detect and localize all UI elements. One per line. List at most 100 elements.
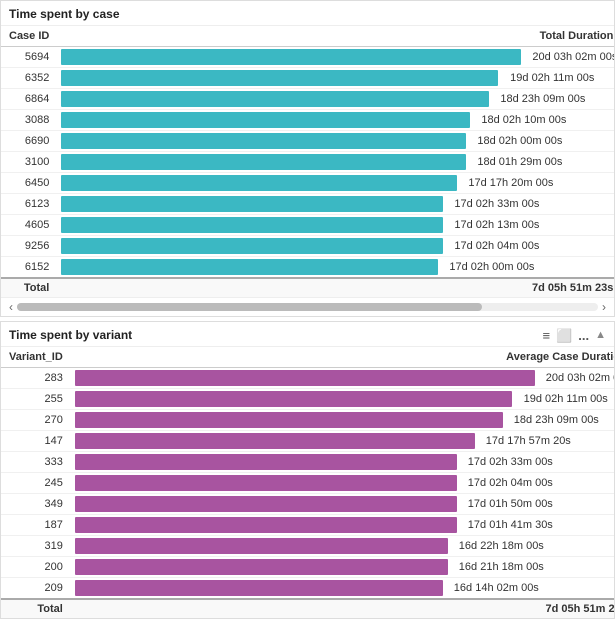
case-table-row: 6690 18d 02h 00m 00s bbox=[1, 131, 614, 152]
variant-duration-bar bbox=[75, 412, 503, 428]
variant-table-row: 245 17d 02h 04m 00s bbox=[1, 473, 614, 494]
variant-duration-label: 20d 03h 02m 00s bbox=[541, 372, 614, 384]
duration-bar-cell: 17d 02h 13m 00s bbox=[57, 215, 614, 236]
variant-duration-label: 16d 21h 18m 00s bbox=[454, 561, 544, 573]
variant-table-row: 270 18d 23h 09m 00s bbox=[1, 410, 614, 431]
duration-bar bbox=[61, 112, 470, 128]
variant-duration-bar-cell: 17d 01h 50m 00s bbox=[71, 494, 614, 515]
case-id-cell: 6450 bbox=[1, 173, 57, 194]
more-icon[interactable]: ... bbox=[578, 329, 589, 342]
section-case: Time spent by case Case ID Total Duratio… bbox=[0, 0, 615, 317]
variant-id-cell: 255 bbox=[1, 389, 71, 410]
variant-id-cell: 270 bbox=[1, 410, 71, 431]
section-case-header: Time spent by case bbox=[1, 1, 614, 26]
variant-table-row: 349 17d 01h 50m 00s bbox=[1, 494, 614, 515]
variant-duration-bar-cell: 19d 02h 11m 00s bbox=[71, 389, 614, 410]
case-id-cell: 9256 bbox=[1, 236, 57, 257]
variant-duration-bar-cell: 16d 14h 02m 00s bbox=[71, 578, 614, 600]
duration-label: 18d 01h 29m 00s bbox=[472, 156, 562, 168]
variant-duration-bar bbox=[75, 517, 457, 533]
case-id-cell: 6123 bbox=[1, 194, 57, 215]
duration-bar bbox=[61, 217, 443, 233]
variant-duration-bar-cell: 20d 03h 02m 00s bbox=[71, 368, 614, 389]
duration-bar-cell: 19d 02h 11m 00s bbox=[57, 68, 614, 89]
case-total-label: Total bbox=[1, 278, 57, 297]
case-table-row: 6864 18d 23h 09m 00s bbox=[1, 89, 614, 110]
duration-bar bbox=[61, 259, 438, 275]
duration-bar-cell: 20d 03h 02m 00s bbox=[57, 47, 614, 68]
variant-duration-label: 17d 01h 50m 00s bbox=[463, 498, 553, 510]
case-id-cell: 3100 bbox=[1, 152, 57, 173]
case-id-cell: 3088 bbox=[1, 110, 57, 131]
variant-id-cell: 319 bbox=[1, 536, 71, 557]
case-id-cell: 4605 bbox=[1, 215, 57, 236]
variant-table-row: 333 17d 02h 33m 00s bbox=[1, 452, 614, 473]
variant-id-cell: 187 bbox=[1, 515, 71, 536]
expand-icon[interactable]: ⬜ bbox=[556, 329, 572, 342]
duration-bar-cell: 18d 23h 09m 00s bbox=[57, 89, 614, 110]
filter-icon[interactable]: ≡ bbox=[542, 329, 550, 342]
case-scroll-bar[interactable]: ‹ › bbox=[1, 297, 614, 316]
variant-duration-label: 16d 14h 02m 00s bbox=[449, 582, 539, 594]
variant-duration-bar bbox=[75, 433, 475, 449]
duration-label: 17d 02h 13m 00s bbox=[449, 219, 539, 231]
variant-duration-label: 16d 22h 18m 00s bbox=[454, 540, 544, 552]
case-table-row: 6123 17d 02h 33m 00s bbox=[1, 194, 614, 215]
col-total-duration[interactable]: Total Duration bbox=[57, 26, 614, 47]
duration-bar-cell: 17d 02h 00m 00s bbox=[57, 257, 614, 279]
duration-bar bbox=[61, 154, 466, 170]
variant-id-cell: 333 bbox=[1, 452, 71, 473]
variant-duration-bar-cell: 16d 22h 18m 00s bbox=[71, 536, 614, 557]
duration-bar-cell: 17d 02h 04m 00s bbox=[57, 236, 614, 257]
variant-duration-bar-cell: 17d 02h 04m 00s bbox=[71, 473, 614, 494]
col-avg-duration[interactable]: Average Case Duration bbox=[71, 347, 614, 368]
variant-id-cell: 245 bbox=[1, 473, 71, 494]
variant-duration-label: 17d 02h 04m 00s bbox=[463, 477, 553, 489]
duration-bar-cell: 17d 02h 33m 00s bbox=[57, 194, 614, 215]
case-id-cell: 5694 bbox=[1, 47, 57, 68]
case-table-row: 9256 17d 02h 04m 00s bbox=[1, 236, 614, 257]
col-variant-id[interactable]: Variant_ID bbox=[1, 347, 71, 368]
duration-label: 17d 02h 04m 00s bbox=[449, 240, 539, 252]
variant-table-row: 200 16d 21h 18m 00s bbox=[1, 557, 614, 578]
duration-bar-cell: 18d 02h 00m 00s bbox=[57, 131, 614, 152]
variant-id-cell: 209 bbox=[1, 578, 71, 600]
variant-total-label: Total bbox=[1, 599, 71, 618]
duration-bar bbox=[61, 238, 443, 254]
case-id-cell: 6864 bbox=[1, 89, 57, 110]
duration-bar bbox=[61, 196, 443, 212]
col-case-id[interactable]: Case ID bbox=[1, 26, 57, 47]
duration-label: 18d 02h 00m 00s bbox=[472, 135, 562, 147]
duration-bar bbox=[61, 175, 457, 191]
case-id-cell: 6152 bbox=[1, 257, 57, 279]
variant-duration-bar bbox=[75, 391, 512, 407]
variant-total-row: Total 7d 05h 51m 23s bbox=[1, 599, 614, 618]
section-variant-title: Time spent by variant bbox=[9, 328, 132, 342]
variant-table-row: 255 19d 02h 11m 00s bbox=[1, 389, 614, 410]
variant-duration-bar bbox=[75, 454, 457, 470]
variant-duration-bar bbox=[75, 370, 535, 386]
collapse-icon[interactable]: ▲ bbox=[595, 329, 606, 341]
case-table-row: 3088 18d 02h 10m 00s bbox=[1, 110, 614, 131]
variant-duration-bar bbox=[75, 580, 443, 596]
section-variant-header: Time spent by variant ≡ ⬜ ... ▲ bbox=[1, 322, 614, 347]
variant-duration-bar-cell: 18d 23h 09m 00s bbox=[71, 410, 614, 431]
scroll-thumb bbox=[17, 303, 482, 311]
variant-id-cell: 200 bbox=[1, 557, 71, 578]
variant-duration-bar bbox=[75, 559, 448, 575]
variant-total-value: 7d 05h 51m 23s bbox=[71, 599, 614, 618]
scroll-left-icon[interactable]: ‹ bbox=[5, 300, 17, 314]
scroll-track[interactable] bbox=[17, 303, 598, 311]
section-case-title: Time spent by case bbox=[9, 7, 120, 21]
variant-duration-bar bbox=[75, 496, 457, 512]
variant-duration-label: 17d 02h 33m 00s bbox=[463, 456, 553, 468]
variant-duration-bar-cell: 17d 01h 41m 30s bbox=[71, 515, 614, 536]
duration-bar bbox=[61, 133, 466, 149]
duration-bar-cell: 18d 02h 10m 00s bbox=[57, 110, 614, 131]
case-table-row: 6152 17d 02h 00m 00s bbox=[1, 257, 614, 279]
variant-duration-bar-cell: 17d 17h 57m 20s bbox=[71, 431, 614, 452]
variant-id-cell: 283 bbox=[1, 368, 71, 389]
variant-duration-bar-cell: 17d 02h 33m 00s bbox=[71, 452, 614, 473]
scroll-right-icon[interactable]: › bbox=[598, 300, 610, 314]
case-table-row: 4605 17d 02h 13m 00s bbox=[1, 215, 614, 236]
